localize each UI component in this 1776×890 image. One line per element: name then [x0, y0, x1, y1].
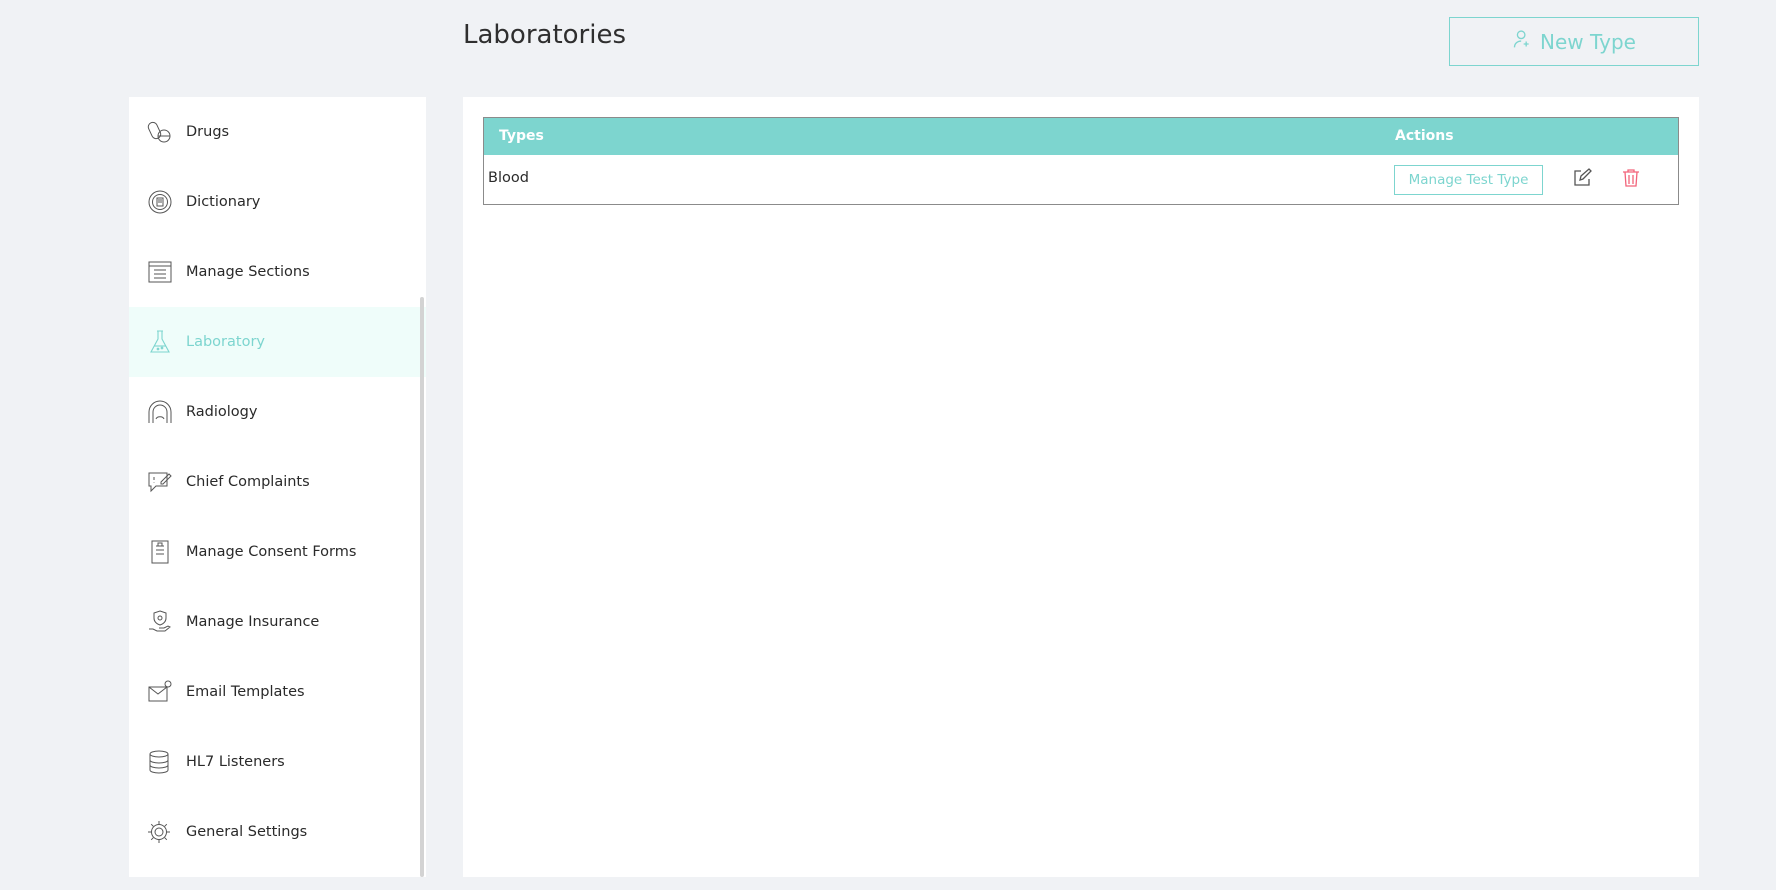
types-table: Types Actions Blood Manage Test Type — [483, 117, 1679, 205]
edit-icon — [1572, 168, 1592, 191]
email-template-icon — [147, 679, 173, 705]
sections-icon — [147, 259, 173, 285]
sidebar-scrollbar[interactable] — [420, 297, 424, 877]
dictionary-icon — [147, 189, 173, 215]
flask-icon — [147, 329, 173, 355]
database-icon — [147, 749, 173, 775]
sidebar-item-dictionary[interactable]: Dictionary — [129, 167, 426, 237]
sidebar-item-laboratory[interactable]: Laboratory — [129, 307, 426, 377]
page-title: Laboratories — [463, 20, 627, 50]
table-row: Blood Manage Test Type — [484, 155, 1678, 204]
settings-sidebar: Drugs Dictionary Manage Sections Laborat… — [129, 97, 426, 877]
sidebar-item-email-templates[interactable]: Email Templates — [129, 657, 426, 727]
sidebar-item-label: Laboratory — [186, 334, 265, 350]
column-header-actions: Actions — [1395, 128, 1454, 144]
pills-icon — [147, 119, 173, 145]
consent-form-icon — [147, 539, 173, 565]
sidebar-item-label: Radiology — [186, 404, 258, 420]
sidebar-item-label: HL7 Listeners — [186, 754, 285, 770]
manage-test-type-button[interactable]: Manage Test Type — [1394, 165, 1543, 195]
sidebar-item-label: Dictionary — [186, 194, 261, 210]
sidebar-item-label: General Settings — [186, 824, 308, 840]
chat-edit-icon — [147, 469, 173, 495]
sidebar-item-drugs[interactable]: Drugs — [129, 97, 426, 167]
content-panel: Types Actions Blood Manage Test Type — [463, 97, 1699, 877]
sidebar-item-hl7-listeners[interactable]: HL7 Listeners — [129, 727, 426, 797]
sidebar-item-radiology[interactable]: Radiology — [129, 377, 426, 447]
type-cell: Blood — [488, 170, 529, 186]
sidebar-item-label: Chief Complaints — [186, 474, 310, 490]
new-type-button[interactable]: New Type — [1449, 17, 1699, 66]
radiology-icon — [147, 399, 173, 425]
edit-button[interactable] — [1571, 168, 1593, 190]
user-plus-icon — [1512, 29, 1532, 54]
sidebar-item-manage-consent-forms[interactable]: Manage Consent Forms — [129, 517, 426, 587]
column-header-types: Types — [499, 128, 544, 144]
sidebar-item-manage-sections[interactable]: Manage Sections — [129, 237, 426, 307]
sidebar-item-manage-insurance[interactable]: Manage Insurance — [129, 587, 426, 657]
table-header: Types Actions — [484, 118, 1678, 155]
sidebar-item-chief-complaints[interactable]: Chief Complaints — [129, 447, 426, 517]
delete-button[interactable] — [1620, 168, 1642, 190]
insurance-hand-icon — [147, 609, 173, 635]
trash-icon — [1621, 169, 1641, 191]
new-type-label: New Type — [1540, 29, 1636, 54]
sidebar-item-label: Manage Insurance — [186, 614, 320, 630]
sidebar-item-general-settings[interactable]: General Settings — [129, 797, 426, 867]
page: Laboratories New Type Drugs Dictionary M… — [0, 0, 1776, 890]
sidebar-item-label: Manage Consent Forms — [186, 544, 357, 560]
gear-icon — [147, 819, 173, 845]
sidebar-item-label: Email Templates — [186, 684, 305, 700]
sidebar-item-label: Manage Sections — [186, 264, 310, 280]
sidebar-menu: Drugs Dictionary Manage Sections Laborat… — [129, 97, 426, 867]
sidebar-item-label: Drugs — [186, 124, 230, 140]
